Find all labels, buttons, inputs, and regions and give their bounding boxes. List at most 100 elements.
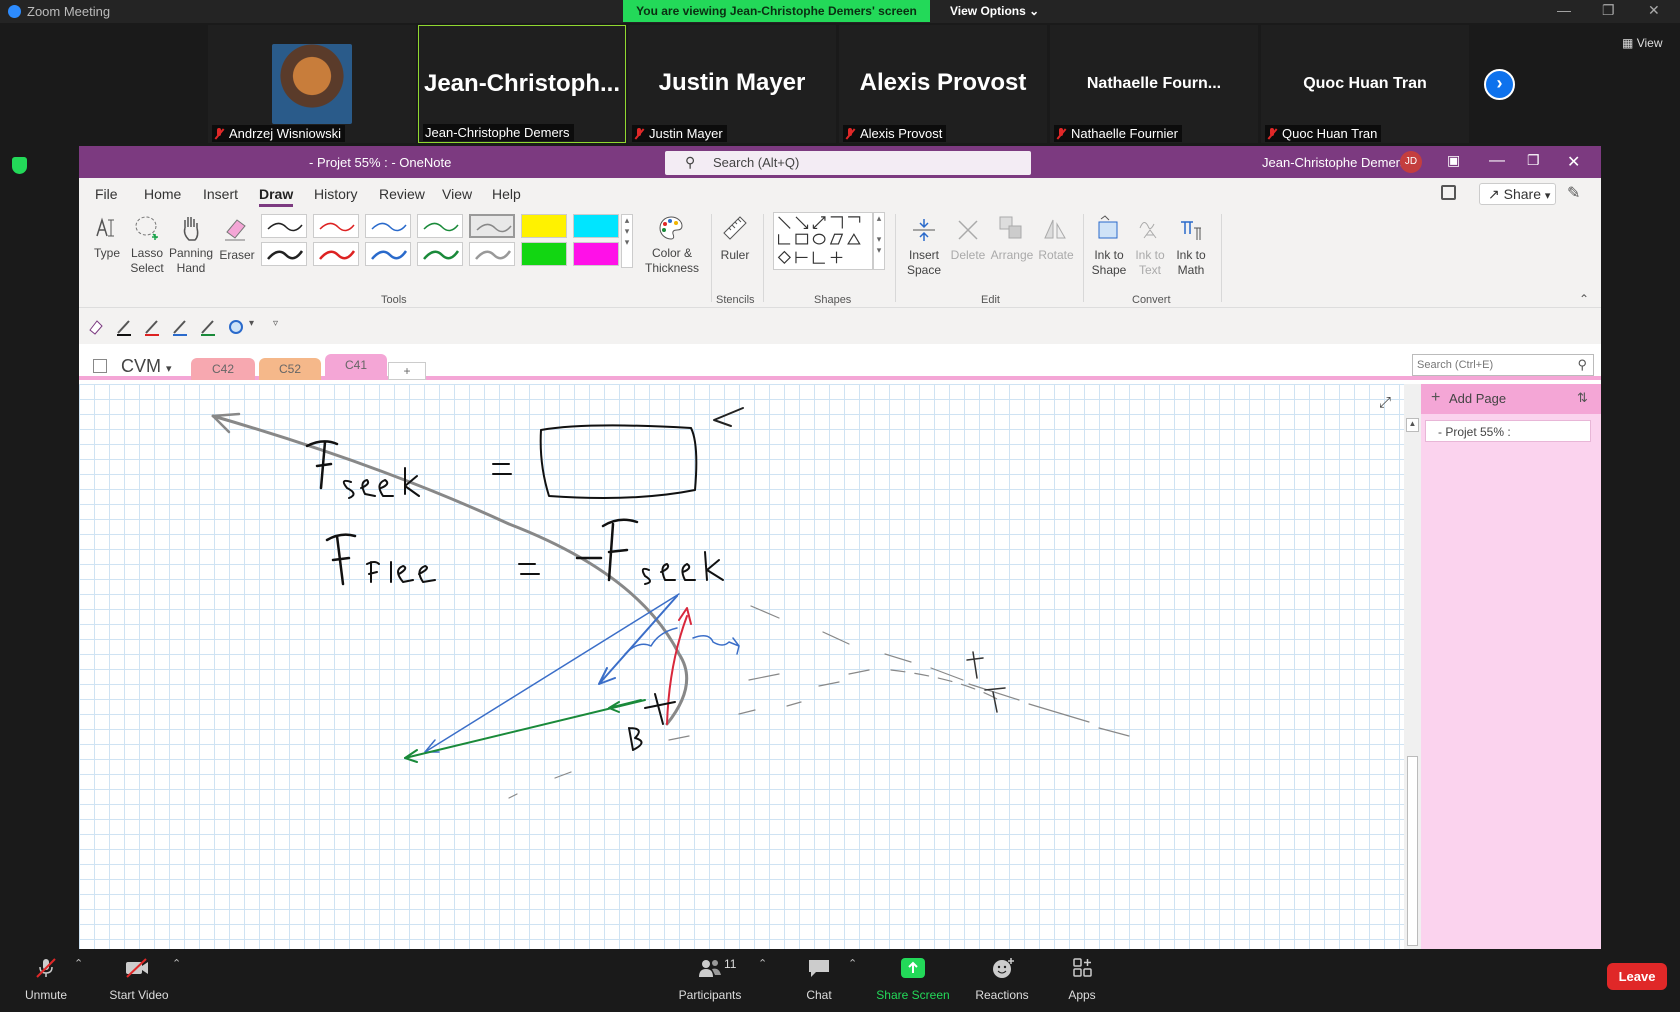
presence-icon[interactable]: ✎	[1567, 183, 1580, 203]
panning-hand-button[interactable]: Panning Hand	[169, 246, 213, 276]
pen-blue-thin[interactable]	[365, 214, 411, 238]
share-button[interactable]: ↗ Share ▾	[1479, 183, 1556, 205]
minimize-icon[interactable]: —	[1489, 152, 1505, 170]
sort-icon[interactable]: ⇅	[1577, 390, 1588, 406]
next-page-button[interactable]: ›	[1484, 69, 1515, 100]
pen-black-thick[interactable]	[261, 242, 307, 266]
security-shield-icon[interactable]	[12, 157, 27, 174]
chevron-up-icon[interactable]: ⌃	[758, 957, 767, 970]
chevron-up-icon[interactable]: ⌃	[172, 957, 181, 970]
viewing-banner: You are viewing Jean-Christophe Demers' …	[623, 0, 930, 22]
chevron-up-icon[interactable]: ⌃	[848, 957, 857, 970]
ink-to-math-button[interactable]: Ink to Math	[1171, 248, 1211, 278]
lasso-select-button[interactable]: Lasso Select	[127, 246, 167, 276]
notebook-icon[interactable]	[93, 359, 107, 373]
pen-gray-selected[interactable]	[469, 214, 515, 238]
view-options-button[interactable]: View Options ⌄	[950, 4, 1039, 18]
tab-view[interactable]: View	[442, 186, 472, 202]
tab-insert[interactable]: Insert	[203, 186, 238, 202]
vertical-scrollbar[interactable]: ▲	[1404, 384, 1421, 949]
pen-black-thin[interactable]	[261, 214, 307, 238]
quick-access-toolbar: ▾ ▿	[79, 308, 1601, 344]
highlighter-yellow[interactable]	[521, 214, 567, 238]
chevron-up-icon[interactable]: ⌃	[74, 957, 83, 970]
ink-to-text-button[interactable]: Ink to Text	[1131, 248, 1169, 278]
color-thickness-button[interactable]: Color & Thickness	[641, 246, 703, 276]
page-canvas[interactable]: ⤢	[79, 384, 1404, 949]
customize-toolbar-icon[interactable]: ▿	[273, 318, 278, 329]
tab-history[interactable]: History	[314, 186, 358, 202]
restore-icon[interactable]: ❐	[1527, 152, 1540, 169]
tab-draw[interactable]: Draw	[259, 186, 294, 207]
scroll-up-icon[interactable]: ▲	[1406, 418, 1419, 432]
chevron-down-icon[interactable]: ▾	[249, 318, 254, 329]
collapse-ribbon-icon[interactable]: ⌃	[1579, 292, 1589, 306]
restore-icon[interactable]: ❐	[1602, 2, 1615, 19]
immersive-reader-icon[interactable]	[1441, 185, 1456, 200]
tab-help[interactable]: Help	[492, 186, 521, 202]
participant-tile[interactable]: Alexis Provost Alexis Provost	[839, 25, 1047, 143]
ruler-button[interactable]: Ruler	[715, 248, 755, 263]
user-avatar[interactable]: JD	[1400, 151, 1422, 173]
group-edit-label: Edit	[981, 294, 1000, 306]
close-icon[interactable]: ✕	[1648, 2, 1660, 19]
pen-green-icon[interactable]	[199, 318, 217, 336]
participants-button[interactable]: Participants	[675, 988, 745, 1002]
eraser-icon[interactable]	[87, 318, 105, 336]
reactions-button[interactable]: Reactions	[970, 988, 1034, 1002]
highlighter-cyan[interactable]	[573, 214, 619, 238]
highlighter-green[interactable]	[521, 242, 567, 266]
tab-review[interactable]: Review	[379, 186, 425, 202]
leave-button[interactable]: Leave	[1607, 963, 1667, 990]
pens-gallery-scroll[interactable]: ▴ ▾ ▾	[621, 214, 633, 268]
unmute-button[interactable]: Unmute	[18, 988, 74, 1002]
close-icon[interactable]: ✕	[1567, 152, 1580, 172]
pen-red-thin[interactable]	[313, 214, 359, 238]
section-tab-c42[interactable]: C42	[191, 358, 255, 380]
pen-black-icon[interactable]	[115, 318, 133, 336]
pen-green-thin[interactable]	[417, 214, 463, 238]
chat-icon	[809, 960, 829, 977]
apps-button[interactable]: Apps	[1062, 988, 1102, 1002]
pen-gray-thick[interactable]	[469, 242, 515, 266]
expand-icon[interactable]: ⤢	[1379, 394, 1391, 411]
highlighter-magenta[interactable]	[573, 242, 619, 266]
participant-tile[interactable]: Justin Mayer Justin Mayer	[628, 25, 836, 143]
participant-tile-active[interactable]: Jean-Christoph... Jean-Christophe Demers	[418, 25, 626, 143]
section-tab-c41[interactable]: C41	[325, 354, 387, 380]
tab-home[interactable]: Home	[144, 186, 181, 202]
page-search-input[interactable]: Search (Ctrl+E) ⚲	[1412, 354, 1594, 376]
pen-green-thick[interactable]	[417, 242, 463, 266]
shapes-gallery[interactable]	[773, 212, 873, 270]
scroll-thumb[interactable]	[1407, 756, 1418, 946]
participant-tile[interactable]: Quoc Huan Tran Quoc Huan Tran	[1261, 25, 1469, 143]
pen-blue-thick[interactable]	[365, 242, 411, 266]
notebook-selector[interactable]: CVM ▾	[121, 356, 172, 377]
insert-space-button[interactable]: Insert Space	[901, 248, 947, 278]
chat-button[interactable]: Chat	[799, 988, 839, 1002]
share-screen-button[interactable]: Share Screen	[874, 988, 952, 1002]
page-search-placeholder: Search (Ctrl+E)	[1417, 359, 1494, 371]
circle-icon[interactable]	[227, 318, 245, 336]
minimize-icon[interactable]: —	[1557, 2, 1571, 18]
pen-blue-icon[interactable]	[171, 318, 189, 336]
start-video-button[interactable]: Start Video	[104, 988, 174, 1002]
tab-file[interactable]: File	[95, 186, 118, 202]
participant-tile[interactable]: Nathaelle Fourn... Nathaelle Fournier	[1050, 25, 1258, 143]
pen-red-thick[interactable]	[313, 242, 359, 266]
section-tab-c52[interactable]: C52	[259, 358, 321, 380]
add-page-button[interactable]: + Add Page ⇅	[1421, 384, 1601, 414]
add-section-button[interactable]: +	[388, 362, 426, 380]
pen-red-icon[interactable]	[143, 318, 161, 336]
ribbon-display-icon[interactable]: ▣	[1447, 152, 1460, 169]
page-item[interactable]: - Projet 55% :	[1425, 420, 1591, 442]
delete-button[interactable]: Delete	[947, 248, 989, 263]
rotate-button[interactable]: Rotate	[1035, 248, 1077, 263]
view-button[interactable]: ▦ View	[1622, 36, 1662, 50]
shapes-gallery-scroll[interactable]: ▴ ▾ ▾	[873, 212, 885, 270]
type-button[interactable]: Type	[87, 246, 127, 261]
eraser-button[interactable]: Eraser	[217, 248, 257, 263]
ink-to-shape-button[interactable]: Ink to Shape	[1087, 248, 1131, 278]
search-input[interactable]: ⚲ Search (Alt+Q)	[665, 151, 1031, 175]
arrange-button[interactable]: Arrange	[989, 248, 1035, 263]
